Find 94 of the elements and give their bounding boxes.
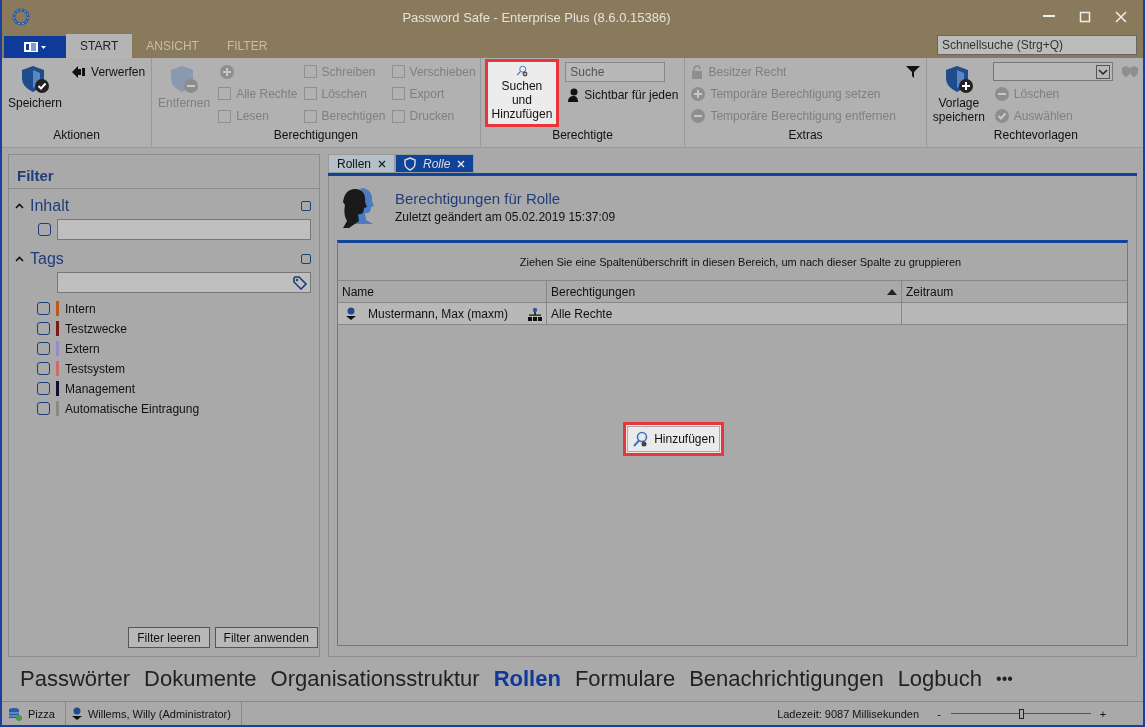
quick-search-field[interactable]: Schnellsuche (Strg+Q) xyxy=(937,35,1137,55)
collapse-caret-icon[interactable] xyxy=(15,203,24,209)
checkbox[interactable] xyxy=(37,382,50,395)
checkbox[interactable] xyxy=(37,342,50,355)
module-link[interactable]: Organisationsstruktur xyxy=(270,666,480,692)
tag-label: Testsystem xyxy=(65,361,125,376)
sort-ascending-icon xyxy=(887,288,897,295)
minus-icon xyxy=(994,87,1009,102)
close-icon xyxy=(1115,11,1127,23)
section-header[interactable]: Inhalt xyxy=(30,197,295,215)
org-chart-icon xyxy=(528,306,542,321)
group-label: Extras xyxy=(787,127,824,144)
back-arrow-icon xyxy=(72,66,87,78)
user-icon xyxy=(346,307,356,320)
section-header[interactable]: Tags xyxy=(30,250,295,268)
tag-field[interactable] xyxy=(57,272,311,293)
tag-label: Testzwecke xyxy=(65,321,128,336)
zoom-in-button[interactable]: + xyxy=(1097,707,1109,720)
module-link[interactable]: Logbuch xyxy=(897,666,983,692)
content-field[interactable] xyxy=(57,219,311,240)
group-label: Rechtevorlagen xyxy=(992,127,1079,144)
user-name: Mustermann, Max (maxm) xyxy=(367,306,510,321)
more-button[interactable]: ••• xyxy=(996,670,1013,688)
checkbox[interactable] xyxy=(37,402,50,415)
module-link[interactable]: Rollen xyxy=(493,666,561,692)
slider-thumb[interactable] xyxy=(1019,708,1024,719)
tag-label: Automatische Eintragung xyxy=(65,401,200,416)
table-cell: Alle Rechte xyxy=(547,303,902,324)
checkbox[interactable] xyxy=(37,302,50,315)
tag-icon xyxy=(293,275,307,290)
shield-check-icon xyxy=(20,64,50,94)
ribbon-button[interactable]: Suchen und Hinzufügen xyxy=(484,59,560,127)
checkbox[interactable] xyxy=(37,322,50,335)
minus-icon xyxy=(691,109,706,124)
collapse-caret-icon[interactable] xyxy=(15,256,24,262)
close-icon xyxy=(457,159,466,168)
close-icon xyxy=(378,159,387,168)
checkbox[interactable] xyxy=(37,362,50,375)
filter-button[interactable]: Filter leeren xyxy=(128,627,210,648)
group-label: Berechtigte xyxy=(551,127,614,144)
lock-icon xyxy=(691,64,704,79)
column-header[interactable]: Berechtigungen xyxy=(547,281,902,302)
group-label: Berechtigungen xyxy=(272,127,359,144)
document-tab[interactable]: Rollen xyxy=(328,154,396,173)
section-checkbox[interactable] xyxy=(301,201,311,211)
ribbon-button[interactable]: Speichern xyxy=(6,62,65,112)
load-time: Ladezeit: 9087 Millisekunden xyxy=(777,707,919,720)
ribbon-button[interactable]: Sichtbar für jeden xyxy=(565,85,681,105)
chevron-down-icon xyxy=(1095,64,1110,79)
column-header[interactable]: Name xyxy=(338,281,547,302)
shield-minus-icon xyxy=(169,64,200,94)
tag-label: Intern xyxy=(65,301,96,316)
document-tab[interactable]: Rolle xyxy=(395,154,475,173)
checkmark-icon xyxy=(994,109,1009,124)
search-user-icon xyxy=(632,431,649,447)
book-icon xyxy=(23,41,47,53)
database-icon xyxy=(8,706,22,721)
filter-icon xyxy=(905,65,920,79)
template-dropdown[interactable] xyxy=(992,62,1113,82)
module-link[interactable]: Formulare xyxy=(574,666,676,692)
add-button[interactable]: Hinzufügen xyxy=(623,422,724,456)
plus-icon xyxy=(220,64,235,79)
window-title: Password Safe - Enterprise Plus (8.6.0.15386) xyxy=(401,9,672,25)
group-by-hint: Ziehen Sie eine Spaltenüberschrift in diesen Bereich, um nach dieser Spalte zu gruppieren xyxy=(338,243,1127,281)
shield-plus-icon xyxy=(943,64,974,94)
app-menu-button[interactable] xyxy=(4,36,66,58)
last-modified-text: Zuletzt geändert am 05.02.2019 15:37:09 xyxy=(395,210,616,224)
database-name: Pizza xyxy=(28,707,55,720)
module-link[interactable]: Dokumente xyxy=(144,666,257,692)
current-user: Willems, Willy (Administrator) xyxy=(87,707,231,720)
module-link[interactable]: Benachrichtigungen xyxy=(689,666,884,692)
app-logo-icon xyxy=(12,8,30,26)
search-field[interactable]: Suche xyxy=(565,62,666,82)
person-icon xyxy=(567,88,580,102)
filter-button[interactable]: Filter anwenden xyxy=(214,627,318,648)
tag-label: Management xyxy=(65,381,136,396)
page-title: Berechtigungen für Rolle xyxy=(395,190,562,207)
checkbox[interactable] xyxy=(38,223,51,236)
user-icon xyxy=(71,707,82,720)
shield-icon xyxy=(404,156,417,171)
tag-label: Extern xyxy=(65,341,100,356)
minimize-icon xyxy=(1043,15,1055,17)
plus-icon xyxy=(691,87,706,101)
group-label: Aktionen xyxy=(52,127,101,144)
ribbon-tab[interactable]: START xyxy=(66,34,133,58)
column-header[interactable]: Zeitraum xyxy=(902,281,1127,302)
ribbon-button[interactable]: Verwerfen xyxy=(70,62,148,82)
panel-title: Filter xyxy=(9,155,319,189)
maximize-icon xyxy=(1079,11,1091,23)
module-link[interactable]: Passwörter xyxy=(20,666,131,692)
zoom-out-button[interactable]: - xyxy=(933,707,945,720)
ribbon-button[interactable]: Vorlage speichern xyxy=(930,62,987,126)
section-checkbox[interactable] xyxy=(301,254,311,264)
shields-icon xyxy=(1120,66,1139,78)
